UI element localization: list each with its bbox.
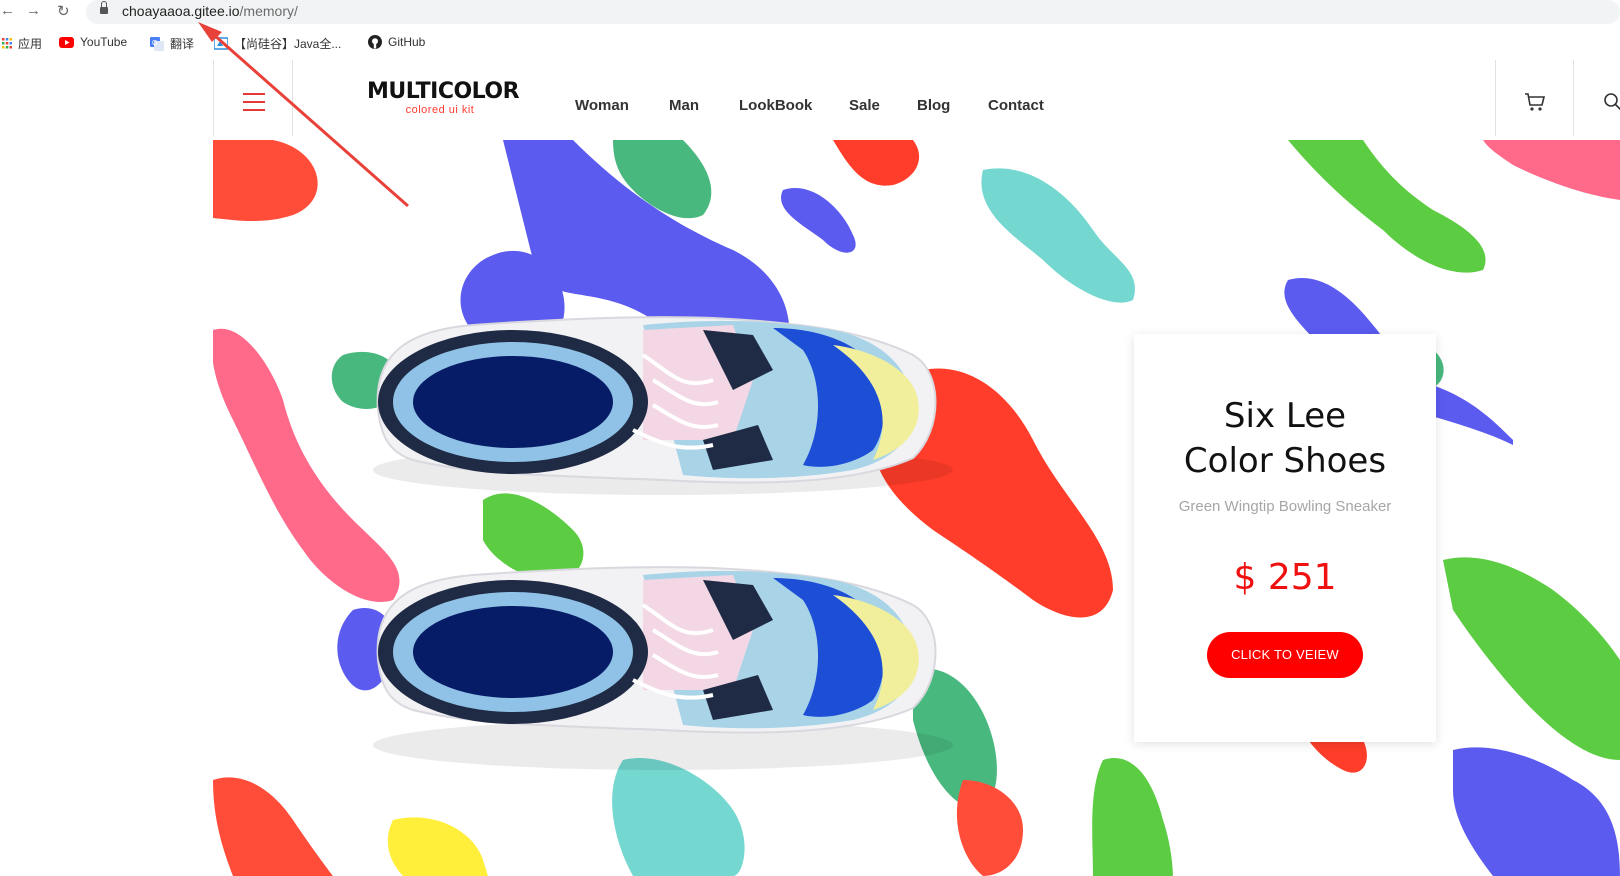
github-icon [368,35,382,49]
nav-item-man[interactable]: Man [669,97,699,114]
bookmark-label: 翻译 [170,37,195,51]
site-logo[interactable]: MULTICOLOR colored ui kit [367,79,520,117]
nav-item-woman[interactable]: Woman [575,97,629,114]
bookmark-label: GitHub [388,35,426,49]
bookmark-github[interactable]: GitHub [368,35,425,49]
url-field[interactable] [86,0,1620,24]
nav-item-lookbook[interactable]: LookBook [739,97,812,114]
url-host: choayaaoa.gitee.io [122,3,240,19]
bookmarks-bar: 应用 YouTube G 翻译 【尚硅谷】Java全... GitHub [0,32,1620,54]
nav-item-blog[interactable]: Blog [917,97,950,114]
bookmark-java-course[interactable]: 【尚硅谷】Java全... [214,35,341,52]
bookmark-label: 【尚硅谷】Java全... [234,37,342,51]
header-divider [213,60,214,136]
product-card: Six Lee Color Shoes Green Wingtip Bowlin… [1134,334,1436,742]
header-divider [1573,60,1574,136]
forward-arrow-icon[interactable]: → [26,2,41,19]
translate-icon: G [150,36,164,51]
url-text[interactable]: choayaaoa.gitee.io/memory/ [122,3,298,19]
logo-title: MULTICOLOR [367,79,520,104]
reload-icon[interactable]: ↻ [57,2,70,20]
product-subtitle: Green Wingtip Bowling Sneaker [1178,498,1392,515]
bookmark-translate[interactable]: G 翻译 [150,35,194,52]
sneaker-top-image [373,316,953,495]
header-divider [292,60,293,136]
product-name-line1: Six Lee [1223,396,1347,436]
nav-item-sale[interactable]: Sale [849,97,880,114]
back-arrow-icon[interactable]: ← [0,2,15,19]
nav-item-contact[interactable]: Contact [988,97,1044,114]
bookmark-site-icon [214,37,228,50]
header-divider [1495,60,1496,136]
bookmark-label: 应用 [18,37,43,51]
sneaker-bottom-image [373,566,953,770]
url-path: /memory/ [239,3,298,19]
bookmark-apps[interactable]: 应用 [2,35,42,52]
logo-subtitle: colored ui kit [405,104,475,116]
apps-grid-icon [2,37,12,48]
bookmark-label: YouTube [80,35,128,49]
view-product-button[interactable]: CLICK TO VEIEW [1207,632,1363,678]
product-name: Six Lee Color Shoes [1134,394,1436,484]
product-price: $ 251 [1233,557,1337,598]
browser-address-bar: ← → ↻ choayaaoa.gitee.io/memory/ [0,0,1620,24]
svg-text:G: G [152,40,157,47]
bookmark-youtube[interactable]: YouTube [59,35,127,49]
hamburger-menu-icon[interactable] [243,92,265,112]
search-icon[interactable] [1603,92,1620,112]
youtube-icon [59,36,74,48]
product-name-line2: Color Shoes [1183,441,1387,481]
lock-icon [100,1,108,14]
cart-icon[interactable] [1524,92,1546,112]
